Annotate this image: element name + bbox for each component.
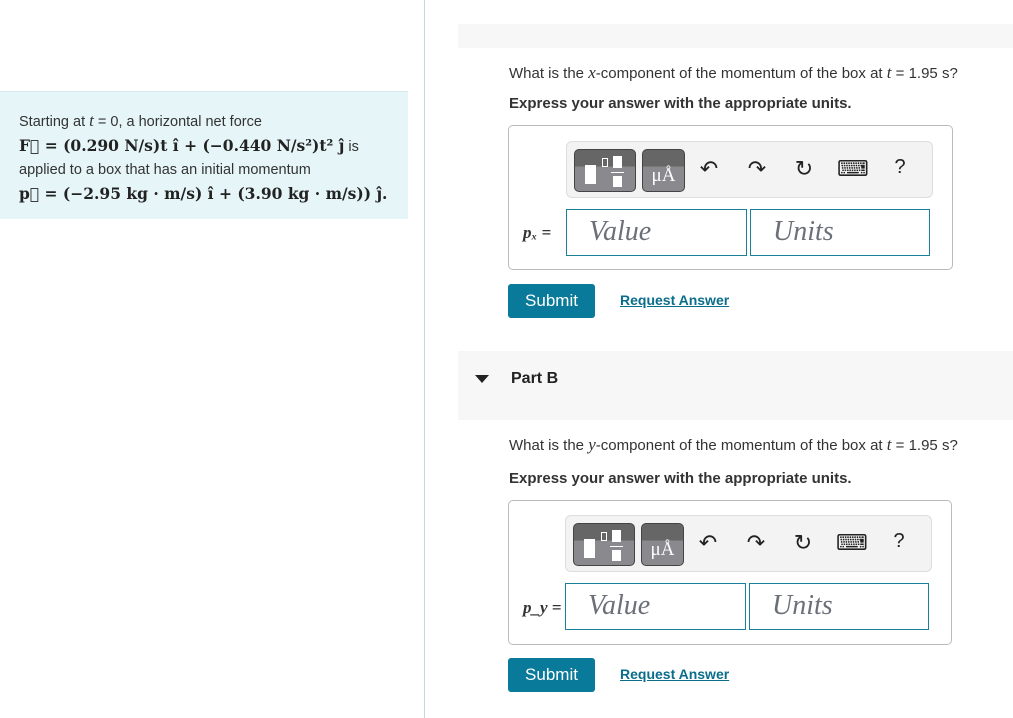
part-a-instruction: Express your answer with the appropriate… [509, 95, 852, 112]
units-button[interactable]: μÅ [641, 523, 684, 566]
column-divider [424, 0, 425, 718]
part-a-question: What is the x-component of the momentum … [509, 63, 958, 82]
redo-icon[interactable]: ↷ [742, 156, 772, 182]
keyboard-icon[interactable]: ⌨ [836, 530, 868, 556]
problem-text: Starting at [19, 114, 90, 130]
templates-button[interactable] [574, 149, 636, 192]
units-input[interactable]: Units [750, 209, 930, 256]
help-icon[interactable]: ? [884, 530, 914, 553]
px-label: pₓ = [523, 223, 552, 242]
value-input[interactable]: Value [565, 583, 746, 630]
submit-button[interactable]: Submit [508, 284, 595, 318]
submit-button[interactable]: Submit [508, 658, 595, 692]
request-answer-link[interactable]: Request Answer [620, 292, 729, 308]
py-label: p_y = [523, 598, 562, 617]
problem-text: = 0, a horizontal net force [93, 114, 262, 130]
units-button[interactable]: μÅ [642, 149, 685, 192]
reset-icon[interactable]: ↻ [789, 156, 819, 182]
momentum-equation: p⃗ = (−2.95 kg · m/s) î + (3.90 kg · m/s… [19, 184, 388, 203]
part-b-question: What is the y-component of the momentum … [509, 435, 958, 454]
help-icon[interactable]: ? [885, 156, 915, 179]
problem-text: is [344, 139, 359, 155]
templates-button[interactable] [573, 523, 635, 566]
reset-icon[interactable]: ↻ [788, 530, 818, 556]
problem-statement: Starting at t = 0, a horizontal net forc… [0, 91, 408, 219]
redo-icon[interactable]: ↷ [741, 530, 771, 556]
value-input[interactable]: Value [566, 209, 747, 256]
math-toolbar: μÅ ↶ ↷ ↻ ⌨ ? [566, 141, 933, 198]
math-toolbar: μÅ ↶ ↷ ↻ ⌨ ? [565, 515, 932, 572]
units-input[interactable]: Units [749, 583, 929, 630]
keyboard-icon[interactable]: ⌨ [837, 156, 869, 182]
part-b-header[interactable]: Part B [458, 351, 1013, 420]
part-b-answer-box: μÅ ↶ ↷ ↻ ⌨ ? p_y = Value Units [508, 500, 952, 645]
force-equation: F⃗ = (0.290 N/s)t î + (−0.440 N/s²)t² ĵ [19, 136, 345, 155]
request-answer-link[interactable]: Request Answer [620, 666, 729, 682]
problem-text: applied to a box that has an initial mom… [19, 162, 311, 178]
part-a-answer-box: μÅ ↶ ↷ ↻ ⌨ ? pₓ = Value Units [508, 125, 953, 270]
part-a-header [458, 24, 1013, 48]
undo-icon[interactable]: ↶ [694, 156, 724, 182]
part-b-instruction: Express your answer with the appropriate… [509, 470, 852, 487]
undo-icon[interactable]: ↶ [693, 530, 723, 556]
part-b-title: Part B [511, 370, 559, 387]
collapse-triangle-icon[interactable] [475, 375, 489, 383]
